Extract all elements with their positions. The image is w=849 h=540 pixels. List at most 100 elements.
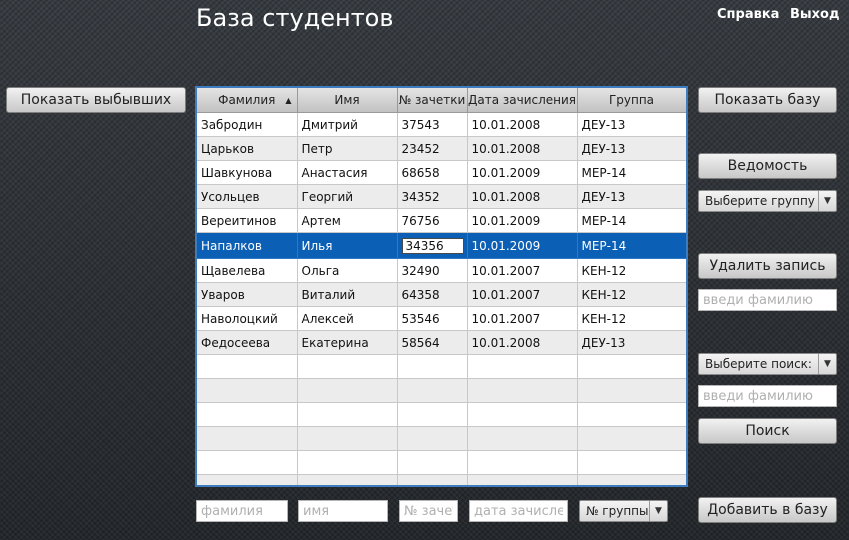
search-type-select[interactable]: Выберите поиск: ▼ xyxy=(698,353,837,375)
column-header-name[interactable]: Имя xyxy=(297,88,398,113)
cell-group[interactable]: МЕР-14 xyxy=(577,160,686,185)
cell-record-number[interactable]: 34356 xyxy=(397,232,468,259)
cell-name[interactable]: Екатерина xyxy=(297,330,398,355)
column-header-group[interactable]: Группа xyxy=(577,88,686,113)
cell-group[interactable]: ДЕУ-13 xyxy=(577,112,686,137)
add-to-base-button[interactable]: Добавить в базу xyxy=(698,497,837,523)
table-row-empty xyxy=(197,354,686,379)
new-group-select[interactable]: № группы ▼ xyxy=(579,500,668,522)
cell-record-number[interactable]: 23452 xyxy=(397,136,468,161)
show-base-button[interactable]: Показать базу xyxy=(698,87,837,113)
group-select[interactable]: Выберите группу ▼ xyxy=(698,190,837,212)
empty-cell xyxy=(397,402,468,427)
cell-record-number[interactable]: 32490 xyxy=(397,258,468,283)
cell-enrollment-date[interactable]: 10.01.2009 xyxy=(467,208,578,233)
empty-cell xyxy=(467,378,578,403)
table-row-selected[interactable]: Напалков Илья 34356 10.01.2009 МЕР-14 xyxy=(197,232,686,259)
cell-surname[interactable]: Федосеева xyxy=(197,330,298,355)
empty-cell xyxy=(397,378,468,403)
help-link[interactable]: Справка xyxy=(717,7,779,22)
delete-surname-input[interactable] xyxy=(698,289,837,311)
column-header-surname[interactable]: Фамилия ▲ xyxy=(197,88,298,113)
cell-name[interactable]: Ольга xyxy=(297,258,398,283)
cell-surname[interactable]: Усольцев xyxy=(197,184,298,209)
cell-surname[interactable]: Шавкунова xyxy=(197,160,298,185)
cell-record-number[interactable]: 34352 xyxy=(397,184,468,209)
table-row[interactable]: Царьков Петр 23452 10.01.2008 ДЕУ-13 xyxy=(197,136,686,161)
cell-surname[interactable]: Щавелева xyxy=(197,258,298,283)
empty-cell xyxy=(197,426,298,451)
exit-link[interactable]: Выход xyxy=(790,7,839,22)
chevron-down-icon: ▼ xyxy=(649,501,667,521)
cell-name[interactable]: Артем xyxy=(297,208,398,233)
cell-surname[interactable]: Вереитинов xyxy=(197,208,298,233)
table-row[interactable]: Забродин Дмитрий 37543 10.01.2008 ДЕУ-13 xyxy=(197,112,686,137)
table-row[interactable]: Уваров Виталий 64358 10.01.2007 КЕН-12 xyxy=(197,282,686,307)
cell-enrollment-date[interactable]: 10.01.2009 xyxy=(467,232,578,259)
cell-group[interactable]: ДЕУ-13 xyxy=(577,330,686,355)
cell-enrollment-date[interactable]: 10.01.2007 xyxy=(467,282,578,307)
cell-enrollment-date[interactable]: 10.01.2007 xyxy=(467,258,578,283)
new-enrollment-date-input[interactable] xyxy=(469,500,568,522)
column-header-record-number[interactable]: № зачетки xyxy=(397,88,468,113)
cell-record-number[interactable]: 68658 xyxy=(397,160,468,185)
new-name-input[interactable] xyxy=(298,500,388,522)
empty-cell xyxy=(577,450,686,475)
cell-editor[interactable]: 34356 xyxy=(401,237,464,254)
cell-surname[interactable]: Напалков xyxy=(197,232,298,259)
cell-name[interactable]: Илья xyxy=(297,232,398,259)
empty-cell xyxy=(577,474,686,485)
cell-record-number[interactable]: 58564 xyxy=(397,330,468,355)
table-row[interactable]: Наволоцкий Алексей 53546 10.01.2007 КЕН-12 xyxy=(197,306,686,331)
cell-group[interactable]: ДЕУ-13 xyxy=(577,184,686,209)
cell-surname[interactable]: Уваров xyxy=(197,282,298,307)
cell-group[interactable]: КЕН-12 xyxy=(577,258,686,283)
cell-record-number[interactable]: 53546 xyxy=(397,306,468,331)
cell-record-number[interactable]: 64358 xyxy=(397,282,468,307)
cell-surname[interactable]: Наволоцкий xyxy=(197,306,298,331)
empty-cell xyxy=(397,426,468,451)
statement-button[interactable]: Ведомость xyxy=(698,153,837,179)
cell-enrollment-date[interactable]: 10.01.2008 xyxy=(467,112,578,137)
cell-enrollment-date[interactable]: 10.01.2008 xyxy=(467,184,578,209)
cell-group[interactable]: КЕН-12 xyxy=(577,282,686,307)
cell-name[interactable]: Георгий xyxy=(297,184,398,209)
empty-cell xyxy=(397,474,468,485)
table-row[interactable]: Щавелева Ольга 32490 10.01.2007 КЕН-12 xyxy=(197,258,686,283)
cell-name[interactable]: Петр xyxy=(297,136,398,161)
cell-group[interactable]: КЕН-12 xyxy=(577,306,686,331)
empty-cell xyxy=(197,402,298,427)
new-record-number-input[interactable] xyxy=(399,500,458,522)
cell-surname[interactable]: Царьков xyxy=(197,136,298,161)
page-title: База студентов xyxy=(196,4,394,32)
delete-record-button[interactable]: Удалить запись xyxy=(698,253,837,279)
table-row[interactable]: Шавкунова Анастасия 68658 10.01.2009 МЕР-14 xyxy=(197,160,686,185)
cell-enrollment-date[interactable]: 10.01.2008 xyxy=(467,330,578,355)
show-dropped-button[interactable]: Показать выбывших xyxy=(6,87,186,113)
table-row[interactable]: Вереитинов Артем 76756 10.01.2009 МЕР-14 xyxy=(197,208,686,233)
cell-group[interactable]: МЕР-14 xyxy=(577,232,686,259)
search-type-label: Выберите поиск: xyxy=(705,357,812,371)
empty-cell xyxy=(467,426,578,451)
search-surname-input[interactable] xyxy=(698,385,837,407)
new-surname-input[interactable] xyxy=(196,500,288,522)
cell-enrollment-date[interactable]: 10.01.2008 xyxy=(467,136,578,161)
cell-name[interactable]: Дмитрий xyxy=(297,112,398,137)
table-row[interactable]: Федосеева Екатерина 58564 10.01.2008 ДЕУ-13 xyxy=(197,330,686,355)
cell-record-number[interactable]: 37543 xyxy=(397,112,468,137)
group-select-label: Выберите группу xyxy=(705,194,815,208)
cell-enrollment-date[interactable]: 10.01.2009 xyxy=(467,160,578,185)
empty-cell xyxy=(297,474,398,485)
cell-name[interactable]: Анастасия xyxy=(297,160,398,185)
cell-name[interactable]: Алексей xyxy=(297,306,398,331)
cell-group[interactable]: МЕР-14 xyxy=(577,208,686,233)
column-header-enrollment-date[interactable]: Дата зачисления xyxy=(467,88,578,113)
cell-name[interactable]: Виталий xyxy=(297,282,398,307)
cell-group[interactable]: ДЕУ-13 xyxy=(577,136,686,161)
cell-enrollment-date[interactable]: 10.01.2007 xyxy=(467,306,578,331)
search-button[interactable]: Поиск xyxy=(698,418,837,444)
cell-record-number[interactable]: 76756 xyxy=(397,208,468,233)
cell-surname[interactable]: Забродин xyxy=(197,112,298,137)
table-row[interactable]: Усольцев Георгий 34352 10.01.2008 ДЕУ-13 xyxy=(197,184,686,209)
empty-cell xyxy=(297,354,398,379)
